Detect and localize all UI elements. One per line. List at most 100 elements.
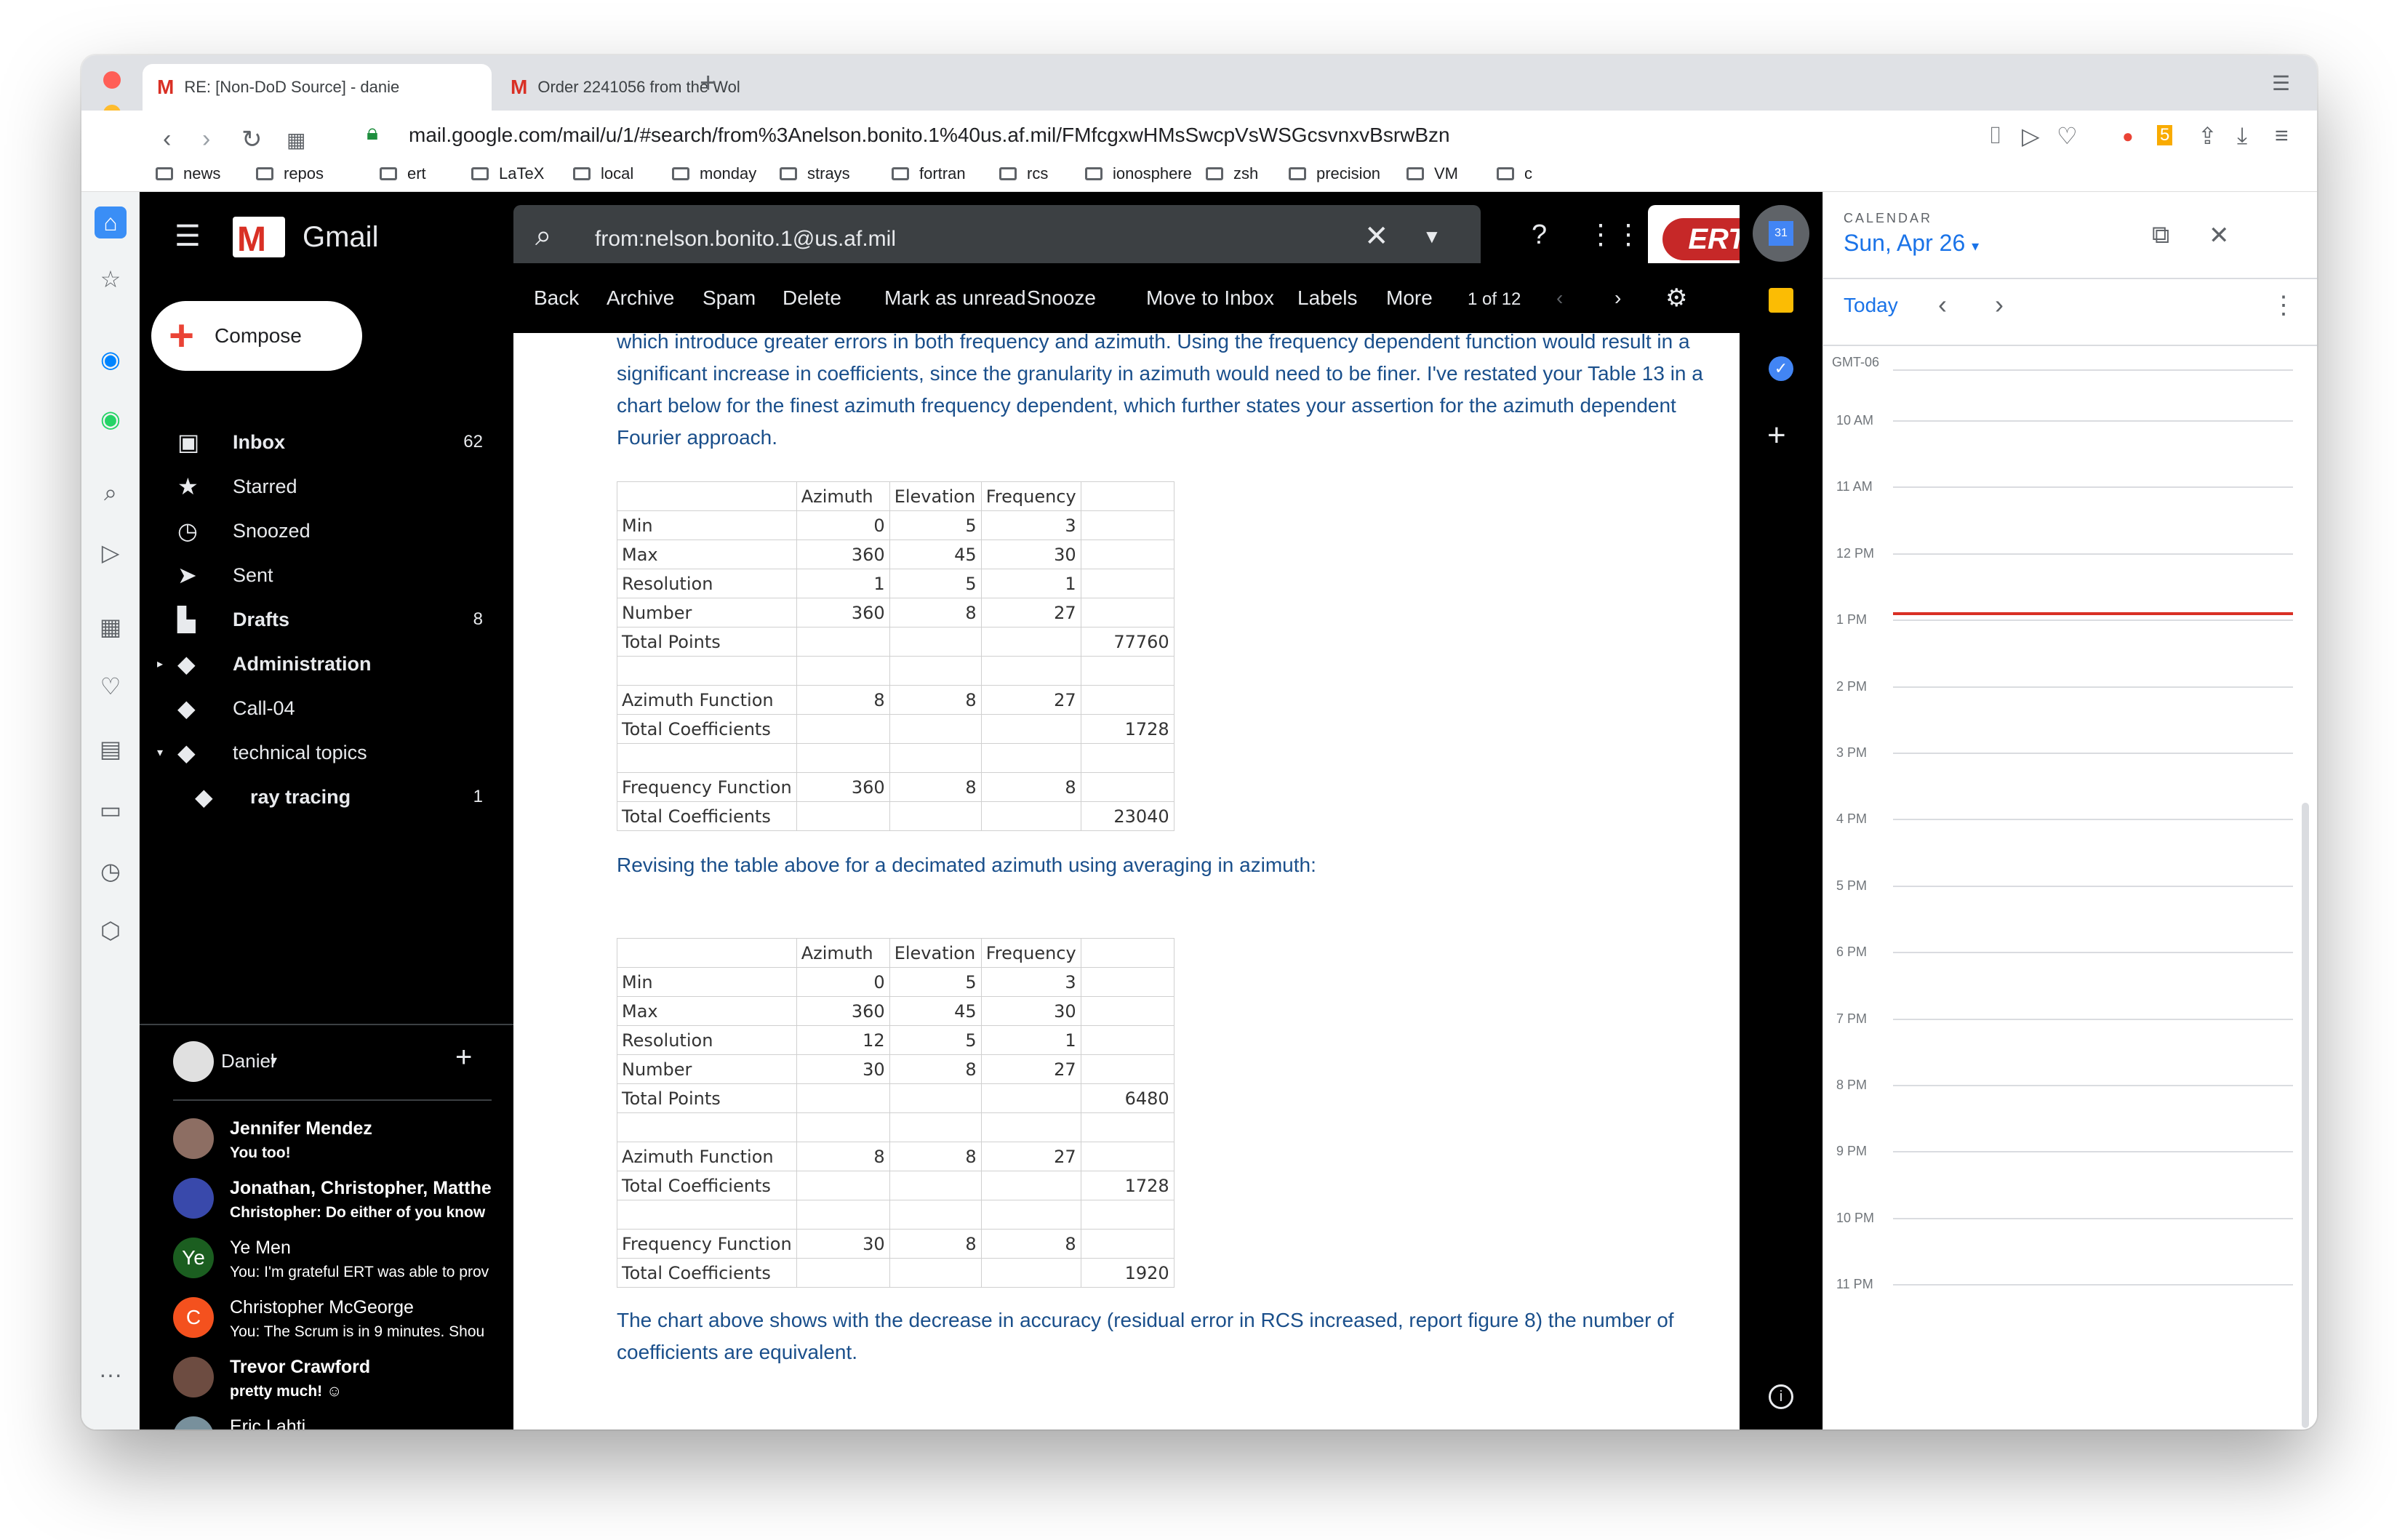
download-icon[interactable]: ⤓ [2237,122,2247,150]
back-nav-icon[interactable]: ‹ [163,125,171,153]
user-name[interactable]: Daniel [221,1050,275,1072]
nav-item-inbox[interactable]: ▣ Inbox 62 [140,419,503,465]
next-message-icon[interactable]: › [1614,286,1621,310]
new-tab-icon[interactable]: + [700,67,716,100]
nav-item-administration[interactable]: ◆ Administration ▸ [140,641,503,687]
share-icon[interactable]: ⇪ [2198,122,2217,150]
nav-item-drafts[interactable]: ▙ Drafts 8 [140,596,503,643]
window-panel-icon[interactable]: ▭ [95,794,127,826]
calendar-scrollbar[interactable] [2302,803,2309,1428]
box-panel-icon[interactable]: ⬡ [95,915,127,947]
next-day-icon[interactable]: › [1995,289,2004,320]
keep-icon[interactable] [1769,288,1793,313]
nav-item-call-04[interactable]: ◆ Call-04 [140,685,503,731]
nav-item-technical-topics[interactable]: ◆ technical topics ▾ [140,729,503,776]
compose-button[interactable]: + Compose [151,301,362,371]
tab-email[interactable]: M RE: [Non-DoD Source] - danie [143,64,492,111]
chat-item[interactable]: Ye Ye Men You: I'm grateful ERT was able t… [140,1229,503,1291]
more-panel-icon[interactable]: ··· [95,1358,127,1390]
bookmark-monday[interactable]: monday [672,164,756,183]
gmail-logo-icon[interactable]: M [233,217,285,259]
tasks-icon[interactable]: ✓ [1769,356,1793,381]
forward-nav-icon[interactable]: › [202,125,210,153]
calendar-addon-button[interactable]: 31 [1753,205,1809,262]
move-to-inbox-button[interactable]: Move to Inbox [1146,286,1274,310]
bookmark-latex[interactable]: LaTeX [471,164,544,183]
prev-message-icon[interactable]: ‹ [1556,286,1563,310]
bookmark-news[interactable]: news [156,164,220,183]
calendar-more-icon[interactable]: ⋮ [2271,291,2296,320]
whatsapp-icon[interactable]: ◉ [95,403,127,435]
spam-button[interactable]: Spam [703,286,756,310]
chat-item[interactable]: Jonathan, Christopher, Matthe Christopher… [140,1169,503,1232]
clear-search-icon[interactable]: ✕ [1364,220,1389,253]
url-field[interactable]: mail.google.com/mail/u/1/#search/from%3A… [409,124,1450,147]
close-panel-icon[interactable]: ✕ [2209,221,2230,250]
apps-panel-icon[interactable]: ▦ [95,611,127,643]
delete-button[interactable]: Delete [783,286,841,310]
bookmark-ionosphere[interactable]: ionosphere [1085,164,1192,183]
heart-panel-icon[interactable]: ♡ [95,670,127,702]
prev-day-icon[interactable]: ‹ [1938,289,1947,320]
user-dropdown-icon[interactable]: ▾ [271,1053,277,1068]
bookmark-local[interactable]: local [573,164,633,183]
search-icon[interactable]: ⌕ [535,220,551,252]
nav-item-starred[interactable]: ★ Starred [140,463,503,510]
mark-unread-button[interactable]: Mark as unread [884,286,1026,310]
archive-button[interactable]: Archive [607,286,674,310]
bookmark-repos[interactable]: repos [256,164,324,183]
bookmark-ert[interactable]: ert [380,164,426,183]
bookmark-fortran[interactable]: fortran [892,164,966,183]
chat-item[interactable]: Eric LahtiAfter logging in to the remote… [140,1408,503,1429]
more-button[interactable]: More [1386,286,1433,310]
today-button[interactable]: Today [1844,294,1898,317]
nav-item-snoozed[interactable]: ◷ Snoozed [140,508,503,554]
camera-icon[interactable]: ⌷ [1988,122,2002,150]
send-icon[interactable]: ▷ [2022,122,2040,150]
snooze-button[interactable]: Snooze [1027,286,1096,310]
chat-item[interactable]: Jennifer Mendez You too! [140,1110,503,1172]
apps-grid-icon[interactable]: ⋮⋮ [1587,218,1642,251]
extension-icon[interactable]: ● [2122,125,2134,148]
bookmark-c[interactable]: c [1497,164,1532,183]
expand-arrow-icon[interactable]: ▸ [157,657,163,671]
back-button[interactable]: Back [534,286,579,310]
hamburger-menu-icon[interactable]: ☰ [175,220,201,253]
calendar-ext-icon[interactable]: 5 [2157,125,2173,145]
search-input[interactable]: from:nelson.bonito.1@us.af.mil [595,227,896,252]
bookmarks-icon[interactable]: ☆ [95,263,127,295]
calendar-date-selector[interactable]: Sun, Apr 26 ▾ [1844,230,1979,257]
tab-menu-icon[interactable]: ☰ [2272,71,2290,95]
menu-icon[interactable]: ≡ [2275,122,2289,149]
add-addon-icon[interactable]: + [1767,417,1786,454]
info-icon[interactable]: i [1769,1384,1793,1409]
bookmark-zsh[interactable]: zsh [1206,164,1258,183]
reload-icon[interactable]: ↻ [241,125,263,154]
home-icon[interactable]: ⌂ [95,206,127,238]
tab-grid-icon[interactable]: ▦ [287,128,305,152]
settings-gear-icon[interactable]: ⚙ [1665,284,1687,313]
history-panel-icon[interactable]: ◷ [95,855,127,887]
expand-arrow-icon[interactable]: ▾ [157,745,163,760]
user-avatar[interactable] [173,1041,214,1082]
send-panel-icon[interactable]: ▷ [95,537,127,569]
close-window-button[interactable] [103,71,121,89]
notes-panel-icon[interactable]: ▤ [95,733,127,765]
labels-button[interactable]: Labels [1297,286,1358,310]
help-icon[interactable]: ? [1532,220,1547,251]
chat-item[interactable]: Trevor Crawford pretty much! ☺ [140,1348,503,1411]
open-in-new-icon[interactable]: ⧉ [2152,221,2169,249]
messenger-icon[interactable]: ◉ [95,343,127,375]
bookmark-strays[interactable]: strays [780,164,850,183]
tab-order[interactable]: M Order 2241056 from the Wol [496,64,772,111]
nav-item-ray-tracing[interactable]: ◆ ray tracing 1 [140,774,503,820]
bookmark-vm[interactable]: VM [1406,164,1458,183]
bookmark-precision[interactable]: precision [1289,164,1380,183]
search-options-icon[interactable]: ▼ [1422,225,1441,248]
nav-item-sent[interactable]: ➤ Sent [140,552,503,598]
chat-item[interactable]: C Christopher McGeorge You: The Scrum is i… [140,1288,503,1351]
heart-icon[interactable]: ♡ [2057,122,2078,150]
bookmark-rcs[interactable]: rcs [999,164,1048,183]
new-chat-icon[interactable]: + [455,1041,472,1074]
search-panel-icon[interactable]: ⌕ [95,477,127,509]
